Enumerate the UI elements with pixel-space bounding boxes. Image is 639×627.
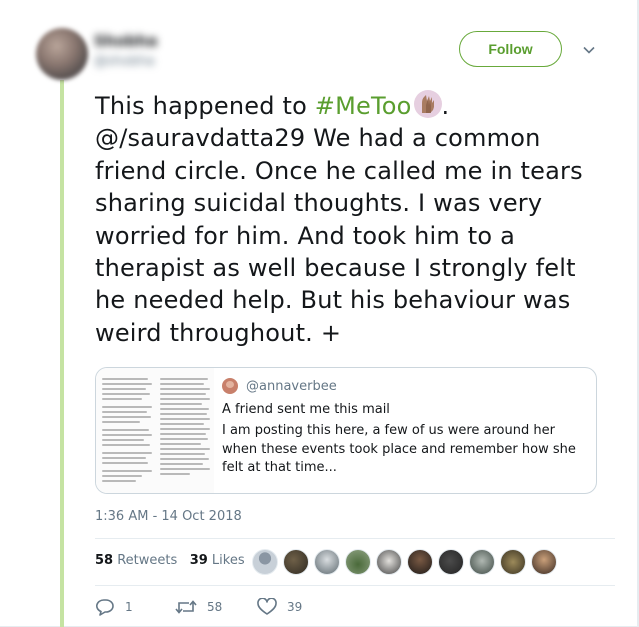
likes-stat[interactable]: 39 Likes xyxy=(190,553,245,568)
retweets-count: 58 xyxy=(95,553,114,568)
tweet-text: This happened to #MeToo. @/sauravdatta29… xyxy=(95,90,615,349)
tweet-actions: 1 58 39 xyxy=(95,598,395,620)
divider xyxy=(95,585,615,586)
liker-avatar[interactable] xyxy=(283,549,309,575)
liker-avatar[interactable] xyxy=(531,549,557,575)
quoted-text-title: A friend sent me this mail xyxy=(222,402,390,417)
like-count: 39 xyxy=(287,600,303,614)
raised-hands-icon xyxy=(413,90,442,118)
tweet-line: he needed help. But his behaviour was xyxy=(95,286,571,315)
quoted-tweet-thumbnail xyxy=(96,368,214,493)
reply-button[interactable]: 1 xyxy=(95,598,133,616)
liker-avatar[interactable] xyxy=(500,549,526,575)
liker-avatars xyxy=(252,549,562,575)
retweet-button[interactable]: 58 xyxy=(175,598,222,616)
thread-line xyxy=(60,80,64,627)
liker-avatar[interactable] xyxy=(469,549,495,575)
heart-icon xyxy=(257,598,277,615)
retweets-stat[interactable]: 58 Retweets xyxy=(95,553,177,568)
tweet-line: therapist as well because I strongly fel… xyxy=(95,254,576,283)
tweet-line: weird throughout. + xyxy=(95,318,342,347)
tweet-prefix: This happened to xyxy=(95,92,315,120)
tweet-line: worried for him. And took him to a xyxy=(95,221,515,250)
quoted-username: @annaverbee xyxy=(246,378,337,394)
avatar[interactable] xyxy=(36,28,88,80)
retweet-icon xyxy=(175,600,197,614)
divider xyxy=(95,538,615,539)
retweet-count: 58 xyxy=(207,600,223,614)
tweet-suffix: . xyxy=(441,92,450,120)
reply-count: 1 xyxy=(125,600,133,614)
quoted-text: I am posting this here, a few of us were… xyxy=(222,423,576,475)
quoted-tweet-body: @annaverbee A friend sent me this mail I… xyxy=(222,378,592,478)
woman-emoji-icon xyxy=(222,378,238,394)
liker-avatar[interactable] xyxy=(438,549,464,575)
tweet-line: friend circle. Once he called me in tear… xyxy=(95,156,583,185)
tweet-line: sharing suicidal thoughts. I was very xyxy=(95,189,543,218)
hashtag-link[interactable]: #MeToo xyxy=(315,92,412,120)
liker-avatar[interactable] xyxy=(376,549,402,575)
tweet-line: @/sauravdatta29 We had a common xyxy=(95,124,541,153)
tweet-timestamp[interactable]: 1:36 AM - 14 Oct 2018 xyxy=(95,509,242,524)
quoted-tweet-card[interactable]: @annaverbee A friend sent me this mail I… xyxy=(95,367,597,494)
display-name[interactable]: Shobha xyxy=(94,32,157,50)
liker-avatar[interactable] xyxy=(314,549,340,575)
engagement-stats: 58 Retweets 39 Likes xyxy=(95,553,245,568)
likes-label: Likes xyxy=(211,553,245,568)
chevron-down-icon[interactable] xyxy=(583,44,595,56)
liker-avatar[interactable] xyxy=(345,549,371,575)
likes-count: 39 xyxy=(189,553,208,568)
like-button[interactable]: 39 xyxy=(257,598,302,616)
liker-avatar[interactable] xyxy=(407,549,433,575)
tweet-line-first: This happened to #MeToo. xyxy=(95,90,615,122)
reply-icon xyxy=(96,599,114,616)
quoted-user: @annaverbee xyxy=(222,378,592,394)
liker-avatar[interactable] xyxy=(252,549,278,575)
user-handle[interactable]: @shobha xyxy=(94,54,154,69)
follow-button[interactable]: Follow xyxy=(459,31,562,67)
retweets-label: Retweets xyxy=(117,553,178,568)
